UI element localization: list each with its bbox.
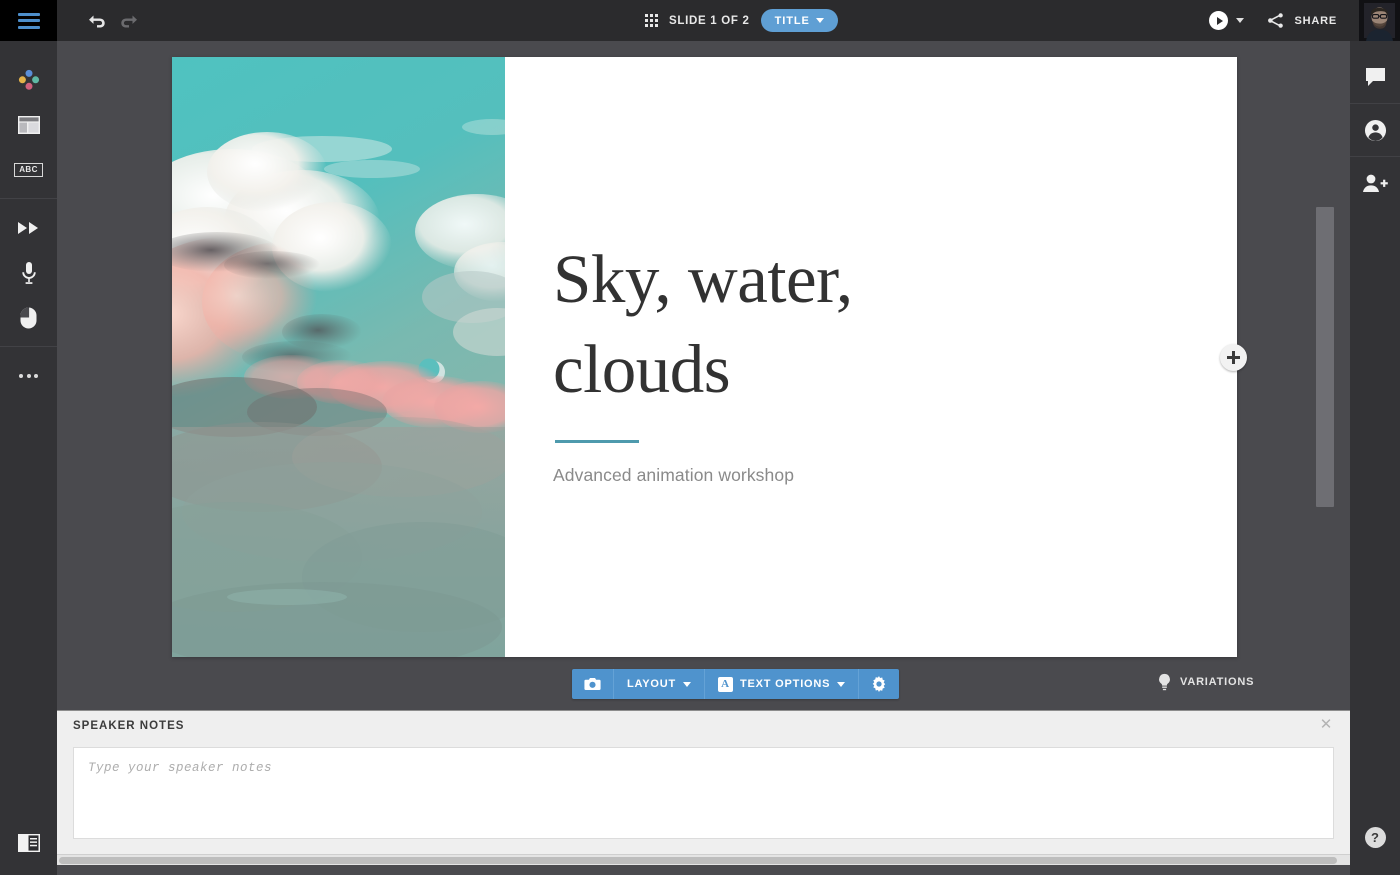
present-button[interactable] [1209,11,1244,30]
slide-type-label: TITLE [775,15,810,27]
comment-bubble-icon [1364,66,1387,88]
layout-dropdown[interactable]: LAYOUT [614,669,705,699]
layout-label: LAYOUT [627,678,676,690]
share-button[interactable]: SHARE [1266,11,1337,30]
help-question-icon: ? [1365,827,1386,848]
rail-divider [0,346,57,347]
sidebar-item-theme[interactable] [0,57,57,102]
slide-canvas[interactable]: Sky, water, clouds Advanced animation wo… [172,57,1237,657]
fast-forward-icon [16,220,42,236]
play-circle-icon [1209,11,1228,30]
share-nodes-icon [1266,11,1285,30]
sidebar-item-notes-toggle[interactable] [0,820,57,865]
slide-type-dropdown[interactable]: TITLE [761,9,838,32]
image-button[interactable] [572,669,614,699]
redo-arrow-icon[interactable] [118,11,138,31]
sidebar-item-more[interactable] [0,353,57,398]
vertical-scrollbar-thumb[interactable] [1316,207,1334,507]
chevron-down-icon [816,18,824,23]
sidebar-item-text[interactable]: ABC [0,147,57,192]
top-right-group: SHARE [1209,0,1400,41]
undo-arrow-icon[interactable] [88,11,108,31]
gear-icon [871,676,887,692]
text-format-badge-icon: A [718,677,733,692]
speaker-notes-placeholder: Type your speaker notes [74,748,1333,788]
sidebar-item-comments[interactable] [1350,51,1400,103]
speaker-notes-toggle-icon [17,833,41,853]
more-options-icon [19,374,38,378]
slide-grid-icon[interactable] [645,14,658,27]
chevron-down-icon [837,682,845,687]
chevron-down-icon [683,682,691,687]
text-options-dropdown[interactable]: A TEXT OPTIONS [705,669,859,699]
sidebar-item-layout[interactable] [0,102,57,147]
sidebar-item-record-audio[interactable] [0,250,57,295]
sidebar-item-click-actions[interactable] [0,295,57,340]
chevron-down-icon [1236,18,1244,23]
variations-label: VARIATIONS [1180,676,1254,688]
hamburger-menu-icon[interactable] [0,0,57,41]
account-circle-icon [1364,119,1387,142]
sidebar-item-transitions[interactable] [0,205,57,250]
rail-divider [0,198,57,199]
hamburger-menu-glyph [18,13,40,29]
text-options-label: TEXT OPTIONS [740,678,830,690]
horizontal-scrollbar[interactable] [57,854,1350,865]
sidebar-item-invite[interactable] [1350,157,1400,209]
undo-redo-group [88,11,138,31]
variations-button[interactable]: VARIATIONS [1157,673,1254,691]
slide-settings-button[interactable] [859,669,899,699]
user-avatar-photo [1359,0,1400,41]
microphone-icon [21,261,37,285]
sky-clouds-photo [172,57,505,657]
add-person-icon [1362,173,1388,194]
sidebar-item-account[interactable] [1350,104,1400,156]
slide-counter: SLIDE 1 OF 2 [669,15,750,27]
add-slide-button[interactable] [1220,344,1247,371]
lightbulb-icon [1157,673,1172,691]
left-tool-rail: ABC [0,41,57,875]
slide-nav-group: SLIDE 1 OF 2 TITLE [645,0,838,41]
rail-bottom-group [0,820,57,865]
speaker-notes-header: SPEAKER NOTES ✕ [57,711,1350,740]
slide-toolbar: LAYOUT A TEXT OPTIONS [572,669,899,699]
abc-text-icon: ABC [14,163,43,177]
mouse-icon [19,306,38,330]
help-button[interactable]: ? [1350,811,1400,863]
theme-palette-icon [16,67,42,93]
speaker-notes-title: SPEAKER NOTES [73,720,184,732]
camera-icon [584,677,601,691]
slide-text-block: Sky, water, clouds Advanced animation wo… [505,57,1237,657]
slide-image[interactable] [172,57,505,657]
horizontal-scrollbar-thumb[interactable] [59,857,1337,864]
share-label: SHARE [1294,15,1337,27]
slide-title[interactable]: Sky, water, clouds [553,235,983,414]
rail-bottom-group: ? [1350,811,1400,863]
slide-subtitle[interactable]: Advanced animation workshop [553,465,1237,486]
speaker-notes-input[interactable]: Type your speaker notes [73,747,1334,839]
right-tool-rail: ? [1350,41,1400,875]
top-bar: SLIDE 1 OF 2 TITLE SHARE [0,0,1400,41]
avatar[interactable] [1359,0,1400,41]
title-divider-rule [555,440,639,443]
presentation-editor-app: SLIDE 1 OF 2 TITLE SHARE [0,0,1400,875]
speaker-notes-panel: SPEAKER NOTES ✕ Type your speaker notes [57,710,1350,865]
close-icon[interactable]: ✕ [1318,717,1334,733]
layout-grid-icon [17,115,41,135]
